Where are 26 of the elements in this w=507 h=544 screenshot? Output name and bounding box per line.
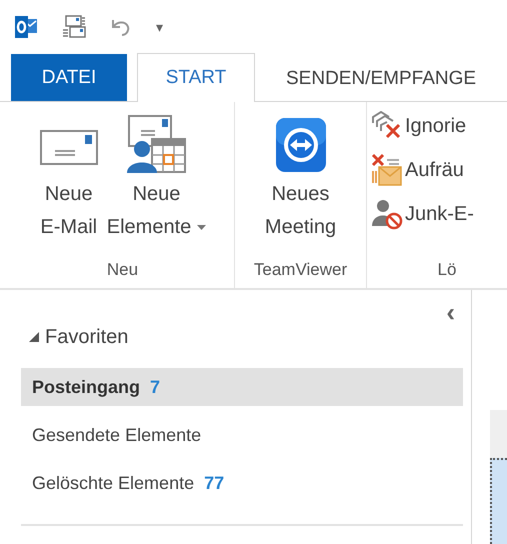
envelopes-icon[interactable] — [62, 15, 86, 39]
envelope-x-icon — [371, 153, 403, 187]
new-meeting-button[interactable]: Neues Meeting — [262, 114, 340, 260]
ribbon-command-button[interactable]: Junk-E- — [371, 194, 507, 234]
list-header — [490, 410, 507, 458]
ribbon-command-button[interactable]: Aufräu — [371, 150, 507, 190]
group-label: Lö — [438, 260, 456, 281]
envelopes-x-icon — [371, 111, 403, 141]
file-tab[interactable]: DATEI — [11, 54, 127, 101]
folder-item[interactable]: Posteingang 7 — [21, 368, 463, 406]
person-blocked-icon — [371, 198, 403, 230]
expanded-triangle-icon — [29, 332, 39, 342]
collapse-button[interactable]: ‹ — [446, 304, 455, 322]
group-label: TeamViewer — [254, 260, 348, 281]
folder-item[interactable]: Gelöschte Elemente 77 — [21, 464, 463, 502]
favorites-header[interactable]: Favoriten — [29, 322, 463, 352]
ribbon-tab[interactable]: SENDEN/EMPFANGE — [255, 54, 502, 102]
ribbon-tab[interactable]: START — [137, 53, 255, 102]
outlook-logo-icon[interactable] — [14, 15, 38, 39]
new-items-button[interactable]: Neue Elemente — [104, 114, 210, 260]
selected-message[interactable] — [490, 458, 507, 544]
folder-item[interactable]: Gesendete Elemente — [21, 416, 463, 454]
ribbon-command-button[interactable]: Ignorie — [371, 106, 507, 146]
customize-caret-icon[interactable]: ▾ — [156, 19, 163, 35]
new-email-button[interactable]: Neue E-Mail — [36, 114, 102, 260]
group-label: Neu — [106, 260, 138, 281]
